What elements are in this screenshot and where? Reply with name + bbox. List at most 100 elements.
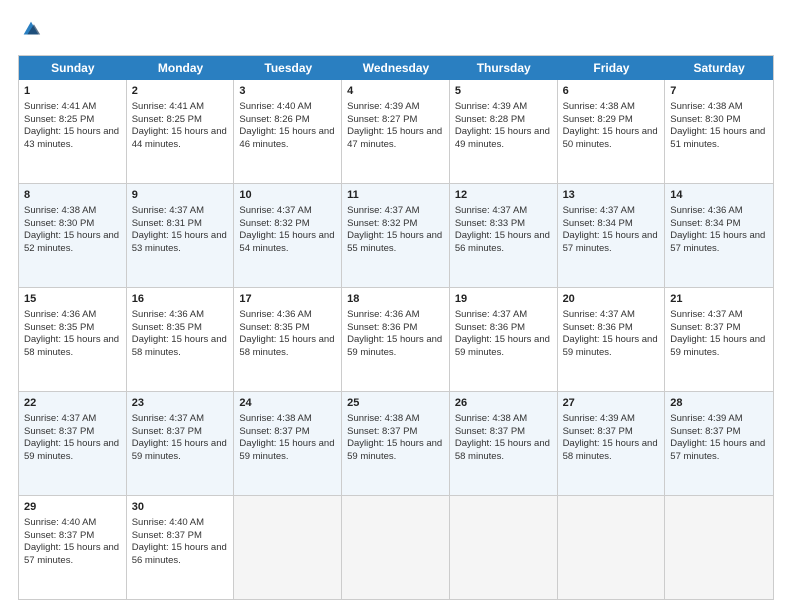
daylight-text: Daylight: 15 hours and 56 minutes.	[455, 230, 550, 254]
day-number: 28	[670, 396, 768, 411]
sunset-text: Sunset: 8:33 PM	[455, 218, 525, 229]
sunrise-text: Sunrise: 4:37 AM	[132, 205, 204, 216]
day-cell-17: 17Sunrise: 4:36 AMSunset: 8:35 PMDayligh…	[234, 288, 342, 391]
sunrise-text: Sunrise: 4:38 AM	[670, 101, 742, 112]
calendar-row-3: 15 Sunrise: 4:36 AM Sunset: 8:35 PM Dayligh…	[19, 288, 773, 392]
day-number: 15	[24, 292, 121, 307]
day-number: 3	[239, 84, 336, 99]
sunrise-text: Sunrise: 4:39 AM	[455, 101, 527, 112]
day-cell-21: 21Sunrise: 4:37 AMSunset: 8:37 PMDayligh…	[665, 288, 773, 391]
sunrise-text: Sunrise: 4:39 AM	[670, 413, 742, 424]
daylight-text: Daylight: 15 hours and 57 minutes.	[670, 438, 765, 462]
sunset-text: Sunset: 8:31 PM	[132, 218, 202, 229]
calendar: SundayMondayTuesdayWednesdayThursdayFrid…	[18, 55, 774, 600]
day-cell-19: 19Sunrise: 4:37 AMSunset: 8:36 PMDayligh…	[450, 288, 558, 391]
daylight-text: Daylight: 15 hours and 57 minutes.	[563, 230, 658, 254]
sunset-text: Sunset: 8:36 PM	[563, 322, 633, 333]
daylight-text: Daylight: 15 hours and 44 minutes.	[132, 126, 227, 150]
sunrise-text: Sunrise: 4:36 AM	[670, 205, 742, 216]
day-cell-4: 4Sunrise: 4:39 AMSunset: 8:27 PMDaylight…	[342, 80, 450, 183]
daylight-text: Daylight: 15 hours and 56 minutes.	[132, 542, 227, 566]
header-day-friday: Friday	[558, 56, 666, 80]
day-cell-14: 14 Sunrise: 4:36 AM Sunset: 8:34 PMDayligh…	[665, 184, 773, 287]
sunset-text: Sunset: 8:37 PM	[670, 426, 740, 437]
sunset-text: Sunset: 8:32 PM	[239, 218, 309, 229]
day-cell-11: 11 Sunrise: 4:37 AM Sunset: 8:32 PMDayligh…	[342, 184, 450, 287]
sunset-text: Sunset: 8:35 PM	[132, 322, 202, 333]
sunrise-text: Sunrise: 4:40 AM	[239, 101, 311, 112]
empty-cell	[342, 496, 450, 599]
sunrise-text: Sunrise: 4:37 AM	[670, 309, 742, 320]
sunset-text: Sunset: 8:37 PM	[132, 426, 202, 437]
header-day-saturday: Saturday	[665, 56, 773, 80]
logo	[18, 18, 42, 45]
day-cell-29: 29Sunrise: 4:40 AMSunset: 8:37 PMDayligh…	[19, 496, 127, 599]
day-number: 14	[670, 188, 768, 203]
daylight-text: Daylight: 15 hours and 59 minutes.	[347, 438, 442, 462]
daylight-text: Daylight: 15 hours and 51 minutes.	[670, 126, 765, 150]
sunset-text: Sunset: 8:27 PM	[347, 114, 417, 125]
day-cell-28: 28 Sunrise: 4:39 AM Sunset: 8:37 PMDayligh…	[665, 392, 773, 495]
day-cell-10: 10Sunrise: 4:37 AMSunset: 8:32 PMDayligh…	[234, 184, 342, 287]
day-cell-25: 25Sunrise: 4:38 AMSunset: 8:37 PMDayligh…	[342, 392, 450, 495]
sunrise-text: Sunrise: 4:36 AM	[24, 309, 96, 320]
daylight-text: Daylight: 15 hours and 43 minutes.	[24, 126, 119, 150]
header-day-monday: Monday	[127, 56, 235, 80]
day-cell-24: 24Sunrise: 4:38 AMSunset: 8:37 PMDayligh…	[234, 392, 342, 495]
sunrise-text: Sunrise: 4:37 AM	[132, 413, 204, 424]
sunset-text: Sunset: 8:37 PM	[24, 530, 94, 541]
sunset-text: Sunset: 8:34 PM	[563, 218, 633, 229]
day-number: 1	[24, 84, 121, 99]
page: SundayMondayTuesdayWednesdayThursdayFrid…	[0, 0, 792, 612]
day-number: 25	[347, 396, 444, 411]
day-cell-12: 12Sunrise: 4:37 AMSunset: 8:33 PMDayligh…	[450, 184, 558, 287]
day-cell-3: 3Sunrise: 4:40 AMSunset: 8:26 PMDaylight…	[234, 80, 342, 183]
day-number: 26	[455, 396, 552, 411]
day-cell-18: 18Sunrise: 4:36 AMSunset: 8:36 PMDayligh…	[342, 288, 450, 391]
sunset-text: Sunset: 8:32 PM	[347, 218, 417, 229]
sunrise-text: Sunrise: 4:40 AM	[24, 517, 96, 528]
sunset-text: Sunset: 8:37 PM	[132, 530, 202, 541]
empty-cell	[450, 496, 558, 599]
header-day-wednesday: Wednesday	[342, 56, 450, 80]
day-cell-20: 20Sunrise: 4:37 AMSunset: 8:36 PMDayligh…	[558, 288, 666, 391]
sunset-text: Sunset: 8:37 PM	[670, 322, 740, 333]
sunset-text: Sunset: 8:37 PM	[563, 426, 633, 437]
day-number: 30	[132, 500, 229, 515]
day-number: 11	[347, 188, 444, 203]
daylight-text: Daylight: 15 hours and 47 minutes.	[347, 126, 442, 150]
sunrise-text: Sunrise: 4:40 AM	[132, 517, 204, 528]
day-number: 4	[347, 84, 444, 99]
sunset-text: Sunset: 8:29 PM	[563, 114, 633, 125]
calendar-row-1: 1Sunrise: 4:41 AMSunset: 8:25 PMDaylight…	[19, 80, 773, 184]
header-day-sunday: Sunday	[19, 56, 127, 80]
daylight-text: Daylight: 15 hours and 59 minutes.	[347, 334, 442, 358]
sunrise-text: Sunrise: 4:37 AM	[347, 205, 419, 216]
sunset-text: Sunset: 8:26 PM	[239, 114, 309, 125]
sunset-text: Sunset: 8:25 PM	[132, 114, 202, 125]
daylight-text: Daylight: 15 hours and 54 minutes.	[239, 230, 334, 254]
sunrise-text: Sunrise: 4:41 AM	[132, 101, 204, 112]
day-cell-1: 1Sunrise: 4:41 AMSunset: 8:25 PMDaylight…	[19, 80, 127, 183]
sunrise-text: Sunrise: 4:36 AM	[347, 309, 419, 320]
daylight-text: Daylight: 15 hours and 50 minutes.	[563, 126, 658, 150]
sunrise-text: Sunrise: 4:41 AM	[24, 101, 96, 112]
sunset-text: Sunset: 8:34 PM	[670, 218, 740, 229]
sunrise-text: Sunrise: 4:38 AM	[563, 101, 635, 112]
sunset-text: Sunset: 8:30 PM	[24, 218, 94, 229]
sunset-text: Sunset: 8:37 PM	[24, 426, 94, 437]
calendar-row-5: 29Sunrise: 4:40 AMSunset: 8:37 PMDayligh…	[19, 496, 773, 599]
sunset-text: Sunset: 8:36 PM	[347, 322, 417, 333]
daylight-text: Daylight: 15 hours and 59 minutes.	[132, 438, 227, 462]
daylight-text: Daylight: 15 hours and 59 minutes.	[563, 334, 658, 358]
day-number: 23	[132, 396, 229, 411]
daylight-text: Daylight: 15 hours and 57 minutes.	[670, 230, 765, 254]
day-number: 22	[24, 396, 121, 411]
daylight-text: Daylight: 15 hours and 59 minutes.	[239, 438, 334, 462]
daylight-text: Daylight: 15 hours and 55 minutes.	[347, 230, 442, 254]
day-number: 13	[563, 188, 660, 203]
day-cell-27: 27Sunrise: 4:39 AMSunset: 8:37 PMDayligh…	[558, 392, 666, 495]
daylight-text: Daylight: 15 hours and 58 minutes.	[239, 334, 334, 358]
sunrise-text: Sunrise: 4:37 AM	[563, 205, 635, 216]
sunset-text: Sunset: 8:30 PM	[670, 114, 740, 125]
